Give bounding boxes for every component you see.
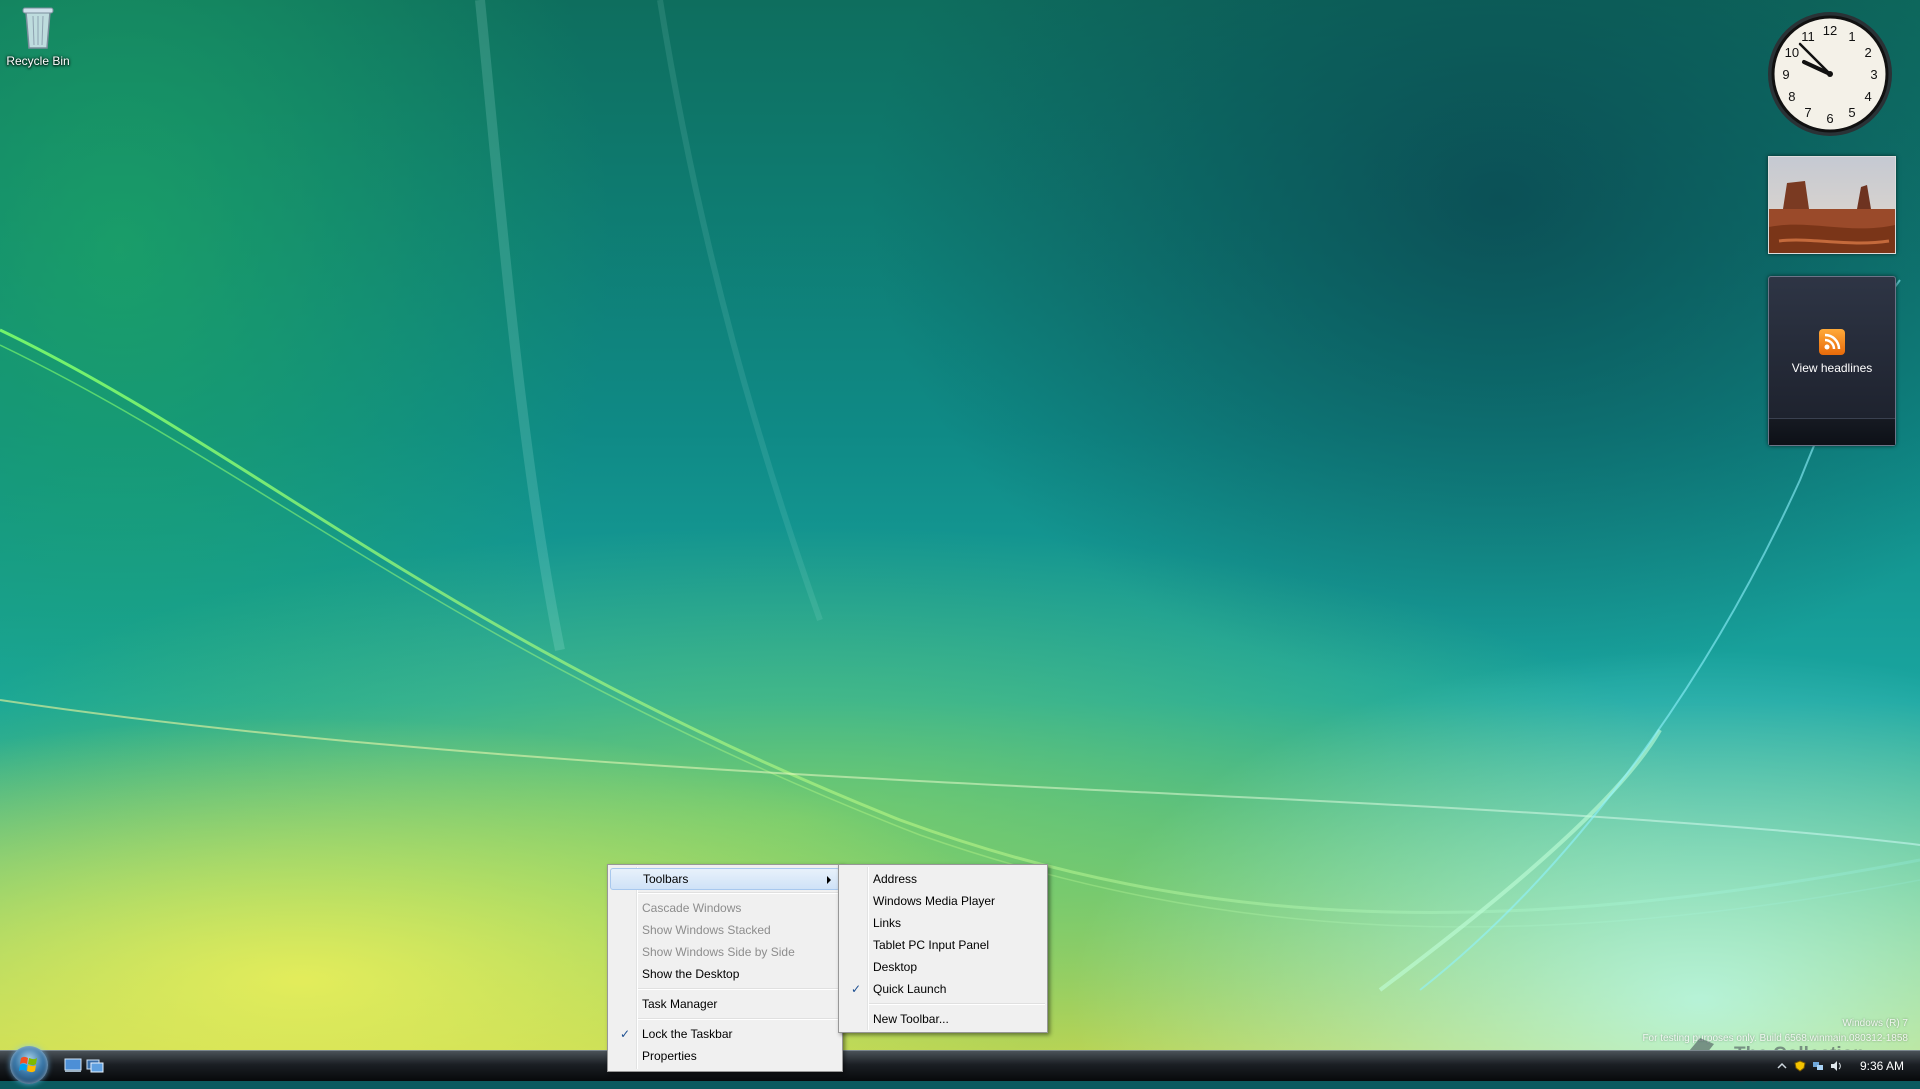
menu-item-label: Properties: [642, 1049, 697, 1063]
windows-logo-icon: [19, 1056, 37, 1073]
submenu-arrow-icon: [827, 876, 831, 884]
volume-icon[interactable]: [1830, 1060, 1842, 1072]
toolbars-submenu: Address Windows Media Player Links Tablet P…: [838, 864, 1048, 1033]
quick-launch-show-desktop[interactable]: [64, 1056, 82, 1074]
checkmark-icon: ✓: [850, 982, 862, 996]
menu-item-toolbars[interactable]: Toolbars: [610, 868, 840, 890]
menu-item-label: Task Manager: [642, 997, 718, 1011]
show-desktop-icon: [64, 1058, 82, 1072]
switch-windows-icon: [86, 1059, 104, 1073]
watermark-line1: Windows (R) 7: [1842, 1018, 1908, 1029]
show-hidden-icons-chevron-icon[interactable]: [1776, 1060, 1788, 1072]
desktop-icon-recycle-bin[interactable]: Recycle Bin: [4, 2, 72, 68]
menu-item-label: Desktop: [873, 960, 918, 974]
menu-item-label: Links: [873, 916, 902, 930]
quick-launch-switch-windows[interactable]: [86, 1056, 104, 1074]
menu-item-label: Toolbars: [643, 872, 689, 886]
feed-gadget-footer: [1769, 418, 1895, 445]
clock-numeral: 12: [1823, 23, 1837, 38]
slideshow-photo: [1769, 157, 1895, 253]
menu-item-task-manager[interactable]: Task Manager: [610, 993, 840, 1015]
menu-item-label: Cascade Windows: [642, 901, 742, 915]
clock-numeral: 4: [1864, 89, 1871, 104]
taskbar-context-menu: Toolbars Cascade Windows Show Windows Stac…: [607, 864, 843, 1072]
desktop-icon-label: Recycle Bin: [6, 54, 70, 68]
menu-separator: [638, 1018, 840, 1020]
clock-numeral: 11: [1801, 29, 1815, 44]
taskbar[interactable]: [0, 1050, 1920, 1081]
slideshow-gadget[interactable]: [1768, 156, 1896, 254]
menu-item-desktop[interactable]: Desktop: [841, 956, 1045, 978]
security-shield-icon[interactable]: [1794, 1060, 1806, 1072]
menu-item-address[interactable]: Address: [841, 868, 1045, 890]
clock-numeral: 9: [1782, 67, 1789, 82]
menu-item-lock-the-taskbar[interactable]: Lock the Taskbar ✓: [610, 1023, 840, 1045]
clock-numeral: 8: [1788, 89, 1795, 104]
view-headlines-label[interactable]: View headlines: [1769, 361, 1895, 375]
network-icon[interactable]: [1812, 1060, 1824, 1072]
menu-item-label: New Toolbar...: [873, 1012, 949, 1026]
clock-numeral: 6: [1826, 111, 1833, 126]
menu-item-label: Address: [873, 872, 918, 886]
menu-item-quick-launch[interactable]: Quick Launch ✓: [841, 978, 1045, 1000]
menu-item-label: Quick Launch: [873, 982, 947, 996]
checkmark-icon: ✓: [619, 1027, 631, 1041]
clock-gadget[interactable]: 12 1 2 3 4 5 6 7 8 9 10 11: [1766, 10, 1894, 138]
clock-numeral: 2: [1864, 45, 1871, 60]
clock-numeral: 10: [1785, 45, 1799, 60]
clock-numeral: 5: [1848, 105, 1855, 120]
menu-item-label: Show Windows Side by Side: [642, 945, 795, 959]
feed-headlines-gadget[interactable]: View headlines: [1768, 276, 1896, 446]
menu-item-label: Tablet PC Input Panel: [873, 938, 990, 952]
clock-numeral: 7: [1804, 105, 1811, 120]
menu-item-windows-media-player[interactable]: Windows Media Player: [841, 890, 1045, 912]
recycle-bin-icon: [14, 2, 62, 52]
menu-item-show-the-desktop[interactable]: Show the Desktop: [610, 963, 840, 985]
menu-item-cascade-windows[interactable]: Cascade Windows: [610, 897, 840, 919]
menu-item-properties[interactable]: Properties: [610, 1045, 840, 1067]
system-tray: 9:36 AM: [1770, 1052, 1920, 1080]
menu-separator: [869, 1003, 1045, 1005]
rss-icon: [1819, 329, 1845, 355]
menu-item-show-windows-stacked[interactable]: Show Windows Stacked: [610, 919, 840, 941]
menu-item-links[interactable]: Links: [841, 912, 1045, 934]
clock-numeral: 3: [1870, 67, 1877, 82]
menu-item-label: Windows Media Player: [873, 894, 996, 908]
menu-item-tablet-pc-input-panel[interactable]: Tablet PC Input Panel: [841, 934, 1045, 956]
start-button[interactable]: [10, 1046, 48, 1084]
menu-item-show-windows-side-by-side[interactable]: Show Windows Side by Side: [610, 941, 840, 963]
taskbar-clock[interactable]: 9:36 AM: [1852, 1059, 1912, 1073]
menu-item-label: Show the Desktop: [642, 967, 740, 981]
menu-item-label: Lock the Taskbar: [642, 1027, 733, 1041]
clock-numeral: 1: [1848, 29, 1855, 44]
menu-separator: [638, 892, 840, 894]
menu-item-label: Show Windows Stacked: [642, 923, 771, 937]
menu-separator: [638, 988, 840, 990]
menu-item-new-toolbar[interactable]: New Toolbar...: [841, 1008, 1045, 1030]
